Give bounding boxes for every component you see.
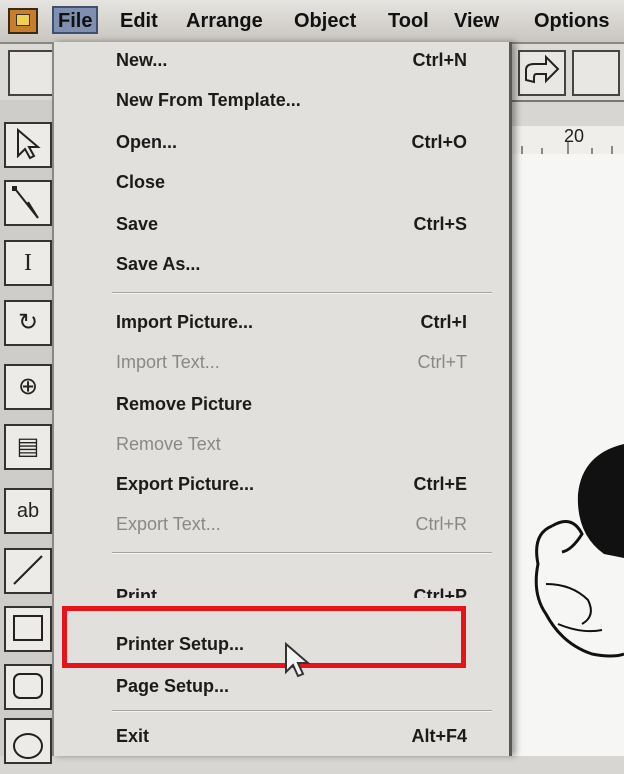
menu-separator: [112, 292, 492, 294]
menu-item-remove-text: Remove Text: [54, 426, 509, 464]
line-glyph: [13, 555, 43, 585]
menu-item-import-picture[interactable]: Import Picture... Ctrl+I: [54, 304, 509, 342]
menu-item-close[interactable]: Close: [54, 164, 509, 202]
menu-item-print[interactable]: Print Ctrl+P: [54, 578, 509, 598]
text-tool-icon[interactable]: I: [4, 240, 52, 286]
rotate-icon[interactable]: ↻: [4, 300, 52, 346]
menu-item-save-as[interactable]: Save As...: [54, 246, 509, 284]
menu-bar: File Edit Arrange Object Tool View Optio…: [0, 0, 624, 44]
page-icon[interactable]: [8, 50, 54, 96]
ruler-ticks: [521, 142, 613, 154]
menu-arrange[interactable]: Arrange: [186, 10, 263, 33]
menu-options[interactable]: Options: [534, 10, 610, 33]
horizontal-ruler: 20: [512, 126, 624, 156]
menu-item-label: Page Setup...: [116, 676, 230, 696]
toolbar-button[interactable]: [572, 50, 620, 96]
redo-arrow-glyph: [525, 54, 560, 84]
menu-item-import-text: Import Text... Ctrl+T: [54, 344, 509, 382]
menu-item-new[interactable]: New... Ctrl+N: [54, 42, 509, 80]
menu-item-label: Exit: [116, 726, 150, 746]
menu-item-export-text: Export Text... Ctrl+R: [54, 506, 509, 544]
drawing-canvas[interactable]: [512, 154, 624, 756]
rectangle-tool-icon[interactable]: [4, 606, 52, 652]
menu-item-shortcut: Ctrl+N: [412, 50, 467, 70]
pointer-icon[interactable]: [4, 122, 52, 168]
page-view-icon[interactable]: ▤: [4, 424, 52, 470]
menu-item-label: Import Text...: [116, 352, 220, 372]
menu-item-label: New From Template...: [116, 90, 301, 110]
menu-item-exit[interactable]: Exit Alt+F4: [54, 718, 509, 756]
reshape-glyph: [12, 186, 39, 219]
menu-item-label: Open...: [116, 132, 178, 152]
menu-item-save[interactable]: Save Ctrl+S: [54, 206, 509, 244]
menu-tool[interactable]: Tool: [388, 10, 429, 33]
ellipse-tool-icon[interactable]: [4, 718, 52, 764]
mouse-cursor-icon: [285, 642, 311, 678]
menu-item-shortcut: Ctrl+T: [417, 352, 468, 372]
menu-view[interactable]: View: [454, 10, 499, 33]
menu-item-shortcut: Ctrl+O: [411, 132, 467, 152]
menu-item-open[interactable]: Open... Ctrl+O: [54, 124, 509, 162]
highlight-box: [62, 606, 466, 668]
app-icon[interactable]: [8, 8, 38, 34]
rectangle-glyph: [13, 615, 43, 641]
menu-item-page-setup[interactable]: Page Setup...: [54, 668, 509, 706]
menu-object[interactable]: Object: [294, 10, 356, 33]
menu-item-shortcut: Ctrl+I: [420, 312, 467, 332]
pointer-glyph: [17, 127, 41, 160]
text-frame-icon[interactable]: ab: [4, 488, 52, 534]
menu-item-label: Close: [116, 172, 166, 192]
menu-item-shortcut: Alt+F4: [411, 726, 467, 746]
menu-item-shortcut: Ctrl+E: [413, 474, 467, 494]
menu-item-label: Save: [116, 214, 159, 234]
menu-item-label: Export Text...: [116, 514, 221, 534]
zoom-icon[interactable]: ⊕: [4, 364, 52, 410]
menu-separator: [112, 710, 492, 712]
menu-file[interactable]: File: [52, 6, 99, 34]
menu-item-label: Import Picture...: [116, 312, 254, 332]
reshape-icon[interactable]: [4, 180, 52, 226]
menu-item-export-picture[interactable]: Export Picture... Ctrl+E: [54, 466, 509, 504]
rounded-rect-glyph: [13, 673, 43, 699]
menu-item-label: Save As...: [116, 254, 201, 274]
menu-edit[interactable]: Edit: [120, 10, 158, 33]
menu-item-label: Remove Text: [116, 434, 221, 454]
menu-item-shortcut: Ctrl+S: [413, 214, 467, 234]
ellipse-glyph: [13, 733, 43, 759]
menu-item-new-from-template[interactable]: New From Template...: [54, 82, 509, 120]
menu-item-label: Print: [116, 586, 158, 598]
menu-item-label: New...: [116, 50, 168, 70]
menu-item-shortcut: Ctrl+P: [413, 586, 467, 598]
menu-item-shortcut: Ctrl+R: [415, 514, 467, 534]
canvas-artwork: [534, 444, 624, 658]
rounded-rect-tool-icon[interactable]: [4, 664, 52, 710]
redo-arrow-icon[interactable]: [518, 50, 566, 96]
menu-item-label: Remove Picture: [116, 394, 253, 414]
menu-item-label: Export Picture...: [116, 474, 255, 494]
line-tool-icon[interactable]: [4, 548, 52, 594]
menu-separator: [112, 552, 492, 554]
menu-item-remove-picture[interactable]: Remove Picture: [54, 386, 509, 424]
